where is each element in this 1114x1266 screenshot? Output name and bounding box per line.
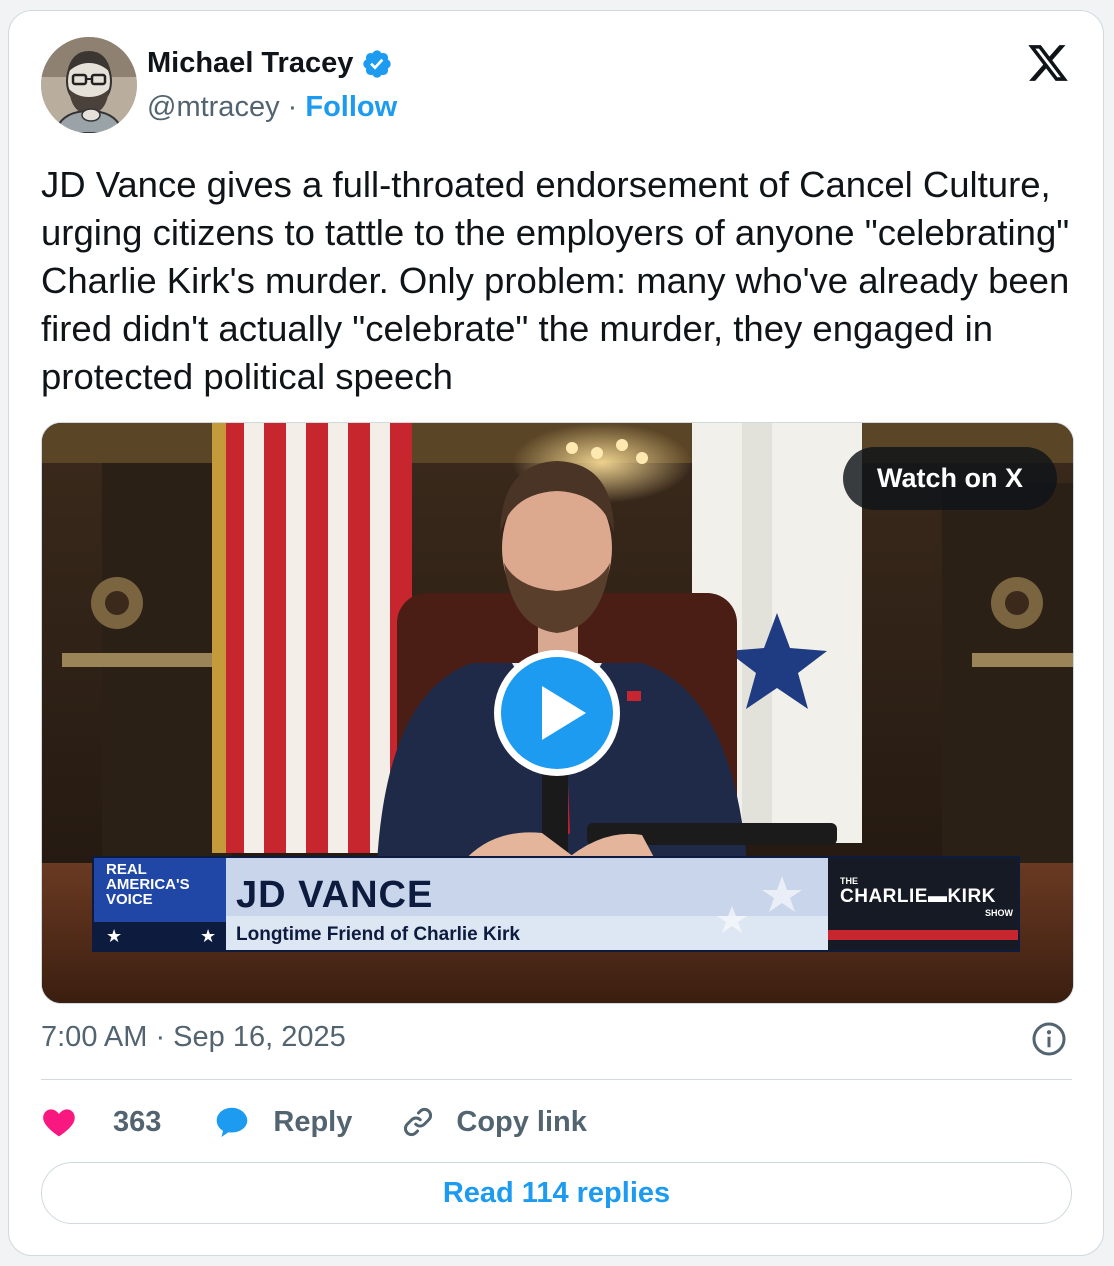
tweet-text: JD Vance gives a full-throated endorseme… <box>41 164 1070 397</box>
watch-on-x-button[interactable]: Watch on X <box>843 447 1057 510</box>
like-button[interactable]: 363 <box>41 1104 161 1140</box>
copy-link-button[interactable]: Copy link <box>400 1104 587 1140</box>
show-logo-suffix: SHOW <box>985 908 1013 918</box>
svg-text:★: ★ <box>200 926 216 946</box>
heart-icon <box>43 1109 75 1137</box>
author-handle[interactable]: @mtracey <box>147 91 280 123</box>
show-logo-name: CHARLIE▬KIRK <box>840 886 996 907</box>
divider <box>41 1079 1072 1080</box>
tweet-timestamp[interactable]: 7:00 AM · Sep 16, 2025 <box>41 1021 346 1054</box>
lower-third-subtitle: Longtime Friend of Charlie Kirk <box>236 924 520 945</box>
reply-button[interactable]: Reply <box>213 1104 352 1140</box>
video-player[interactable]: Watch on X ★ ★ REAL AMERICA'S VOICE JD V… <box>41 422 1074 1004</box>
network-logo: REAL AMERICA'S VOICE <box>106 862 190 907</box>
read-replies-button[interactable]: Read 114 replies <box>41 1162 1072 1224</box>
handle-separator: · <box>279 91 306 123</box>
link-icon <box>404 1108 433 1136</box>
info-icon[interactable] <box>1031 1021 1067 1057</box>
reply-label: Reply <box>273 1105 353 1138</box>
network-logo-line2: AMERICA'S <box>106 876 190 893</box>
x-logo-icon[interactable] <box>1025 41 1071 85</box>
tweet-card: Michael Tracey @mtracey · Follow JD Vanc… <box>8 10 1104 1256</box>
author-name[interactable]: Michael Tracey <box>147 47 353 80</box>
play-icon[interactable] <box>490 646 624 780</box>
copy-link-label: Copy link <box>456 1105 587 1138</box>
lower-third-name: JD VANCE <box>236 874 434 916</box>
lower-third-banner: ★ ★ REAL AMERICA'S VOICE JD VANCE Longti… <box>92 856 1020 952</box>
reply-bubble-icon <box>217 1107 248 1137</box>
avatar[interactable] <box>41 37 137 133</box>
network-logo-line3: VOICE <box>106 891 153 908</box>
verified-badge-icon <box>363 49 392 78</box>
show-logo-the: THE <box>840 876 858 886</box>
action-bar: 363 Reply Copy link <box>41 1101 587 1143</box>
svg-text:★: ★ <box>106 926 122 946</box>
network-logo-line1: REAL <box>106 861 147 878</box>
like-count: 363 <box>113 1105 162 1138</box>
follow-button[interactable]: Follow <box>305 91 397 123</box>
